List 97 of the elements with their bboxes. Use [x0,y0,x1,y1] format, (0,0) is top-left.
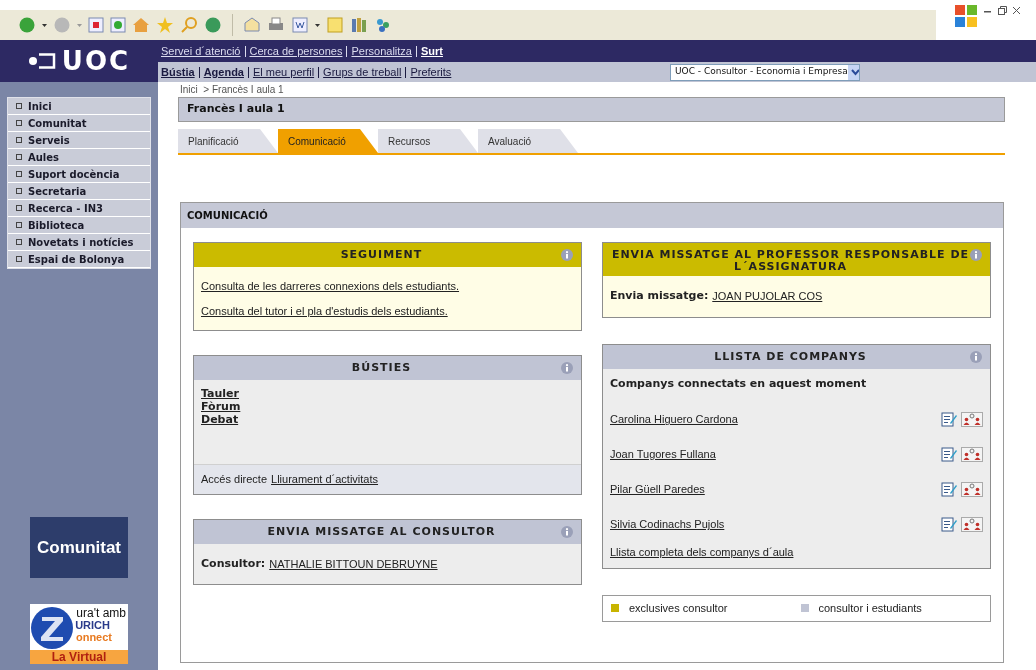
sidebar-item[interactable]: Suport docència [8,166,150,183]
info-icon[interactable] [970,249,982,261]
mailbox-link[interactable]: Debat [201,413,239,426]
bullet-icon [16,171,22,177]
person-link[interactable]: NATHALIE BITTOUN DEBRUYNE [269,555,438,572]
tab[interactable]: Avaluació [478,129,578,153]
person-link[interactable]: Silvia Codinachs Pujols [610,516,725,533]
nav-link[interactable]: Agenda [203,63,244,81]
stop-icon[interactable] [88,17,104,33]
refresh-icon[interactable] [110,17,126,33]
bullet-icon [16,120,22,126]
info-icon[interactable] [561,525,573,538]
field-label: Envia missatge: [610,288,709,304]
caret-icon[interactable] [315,23,320,27]
bullet-icon [16,239,22,245]
nav-link[interactable]: Preferits [410,63,452,81]
person-link[interactable]: Carolina Higuero Cardona [610,411,738,428]
bullet-icon [16,103,22,109]
windows-logo-icon [954,4,978,28]
box-title: BÚSTIES [350,360,413,374]
tab[interactable]: Recursos [378,129,478,153]
legend-label: exclusives consultor [629,600,728,616]
advert-text: ura't amb [76,605,127,619]
bullet-icon [16,205,22,211]
mailbox-link[interactable]: Fòrum [201,400,241,413]
page-title-bar: Francès I aula 1 [178,97,1005,122]
bullet-icon [16,154,22,160]
tab[interactable]: Planificació [178,129,278,153]
advert-text: URICH [75,619,111,631]
full-list-link[interactable]: Llista completa dels companys d´aula [610,544,794,561]
search-icon[interactable] [180,16,198,34]
sidebar-item[interactable]: Inici [8,98,150,115]
dropdown-icon [847,64,859,80]
nav-link[interactable]: El meu perfil [252,63,315,81]
z-logo-icon [30,606,74,650]
field-label: Consultor: [201,555,266,572]
sidebar-item[interactable]: Aules [8,149,150,166]
compose-icon[interactable] [941,482,957,497]
person-link[interactable]: JOAN PUJOLAR COS [712,288,823,305]
compose-icon[interactable] [941,517,957,532]
group-icon[interactable] [961,412,983,427]
box-title: SEGUIMENT [339,247,424,261]
close-icon[interactable] [1013,4,1021,16]
top-link[interactable]: Personalitza [351,42,412,60]
advert-banner[interactable]: ura't amb URICH onnect La Virtual [30,604,128,664]
sidebar-item[interactable]: Biblioteca [8,217,150,234]
box-title: ENVIA MISSATGE AL PROFESSOR RESPONSABLE DE L´ASSIGNATURA [611,247,970,273]
document-icon[interactable] [291,16,309,34]
box-subtitle: Companys connectats en aquest moment [610,375,868,392]
home-icon[interactable] [132,16,150,34]
box-link[interactable]: Consulta del tutor i el pla d'estudis dels estudiants. [201,302,448,319]
sidebar-item[interactable]: Serveis [8,132,150,149]
top-link[interactable]: Cerca de persones [249,42,343,60]
mailbox-link[interactable]: Tauler [201,387,239,400]
compose-icon[interactable] [941,412,957,427]
nav-link[interactable]: Grups de treball [323,63,402,81]
person-link[interactable]: Pilar Güell Paredes [610,481,705,498]
footer-link[interactable]: Lliurament d´activitats [271,471,379,488]
bullet-icon [16,256,22,262]
group-icon[interactable] [961,447,983,462]
person-link[interactable]: Joan Tugores Fullana [610,446,716,463]
info-icon[interactable] [561,362,573,374]
box-title: LLISTA DE COMPANYS [713,348,868,363]
compose-icon[interactable] [941,447,957,462]
legend-label: consultor i estudiants [818,600,922,616]
advert-footer: La Virtual [30,650,128,664]
group-icon[interactable] [961,482,983,497]
top-link[interactable]: Servei d´atenció [161,42,241,60]
sidebar-item[interactable]: Novetats i notícies [8,234,150,251]
restore-icon[interactable] [998,4,1007,16]
logo-text: UOC [61,48,131,74]
sidebar-item[interactable]: Comunitat [8,115,150,132]
box-link[interactable]: Consulta de les darreres connexions dels estudiants. [201,278,460,295]
caret-icon[interactable] [42,23,47,27]
logo-icon [27,53,56,69]
books-icon[interactable] [350,16,368,34]
tab[interactable]: Comunicació [278,129,378,153]
footer-text: Accés directe [201,472,268,487]
advert-text: onnect [75,631,113,643]
group-icon[interactable] [961,517,983,532]
role-select[interactable]: UOC - Consultor - Economia i Empresa [670,63,860,81]
sidebar-item[interactable]: Espai de Bolonya [8,251,150,268]
sidebar-item[interactable]: Secretaria [8,183,150,200]
star-icon[interactable] [156,16,174,34]
bullet-icon [16,188,22,194]
info-icon[interactable] [970,350,982,363]
section-header: COMUNICACIÓ [181,203,1003,228]
bullet-icon [16,137,22,143]
sidebar-item[interactable]: Recerca - IN3 [8,200,150,217]
bullet-icon [16,222,22,228]
breadcrumb: Inici > Francès I aula 1 [179,83,285,97]
people-icon[interactable] [374,16,392,34]
nav-link[interactable]: Bústia [161,63,195,81]
top-link[interactable]: Surt [421,42,443,60]
info-icon[interactable] [561,249,573,261]
community-banner[interactable]: Comunitat [30,517,128,578]
box-title: ENVIA MISSATGE AL CONSULTOR [266,523,497,538]
